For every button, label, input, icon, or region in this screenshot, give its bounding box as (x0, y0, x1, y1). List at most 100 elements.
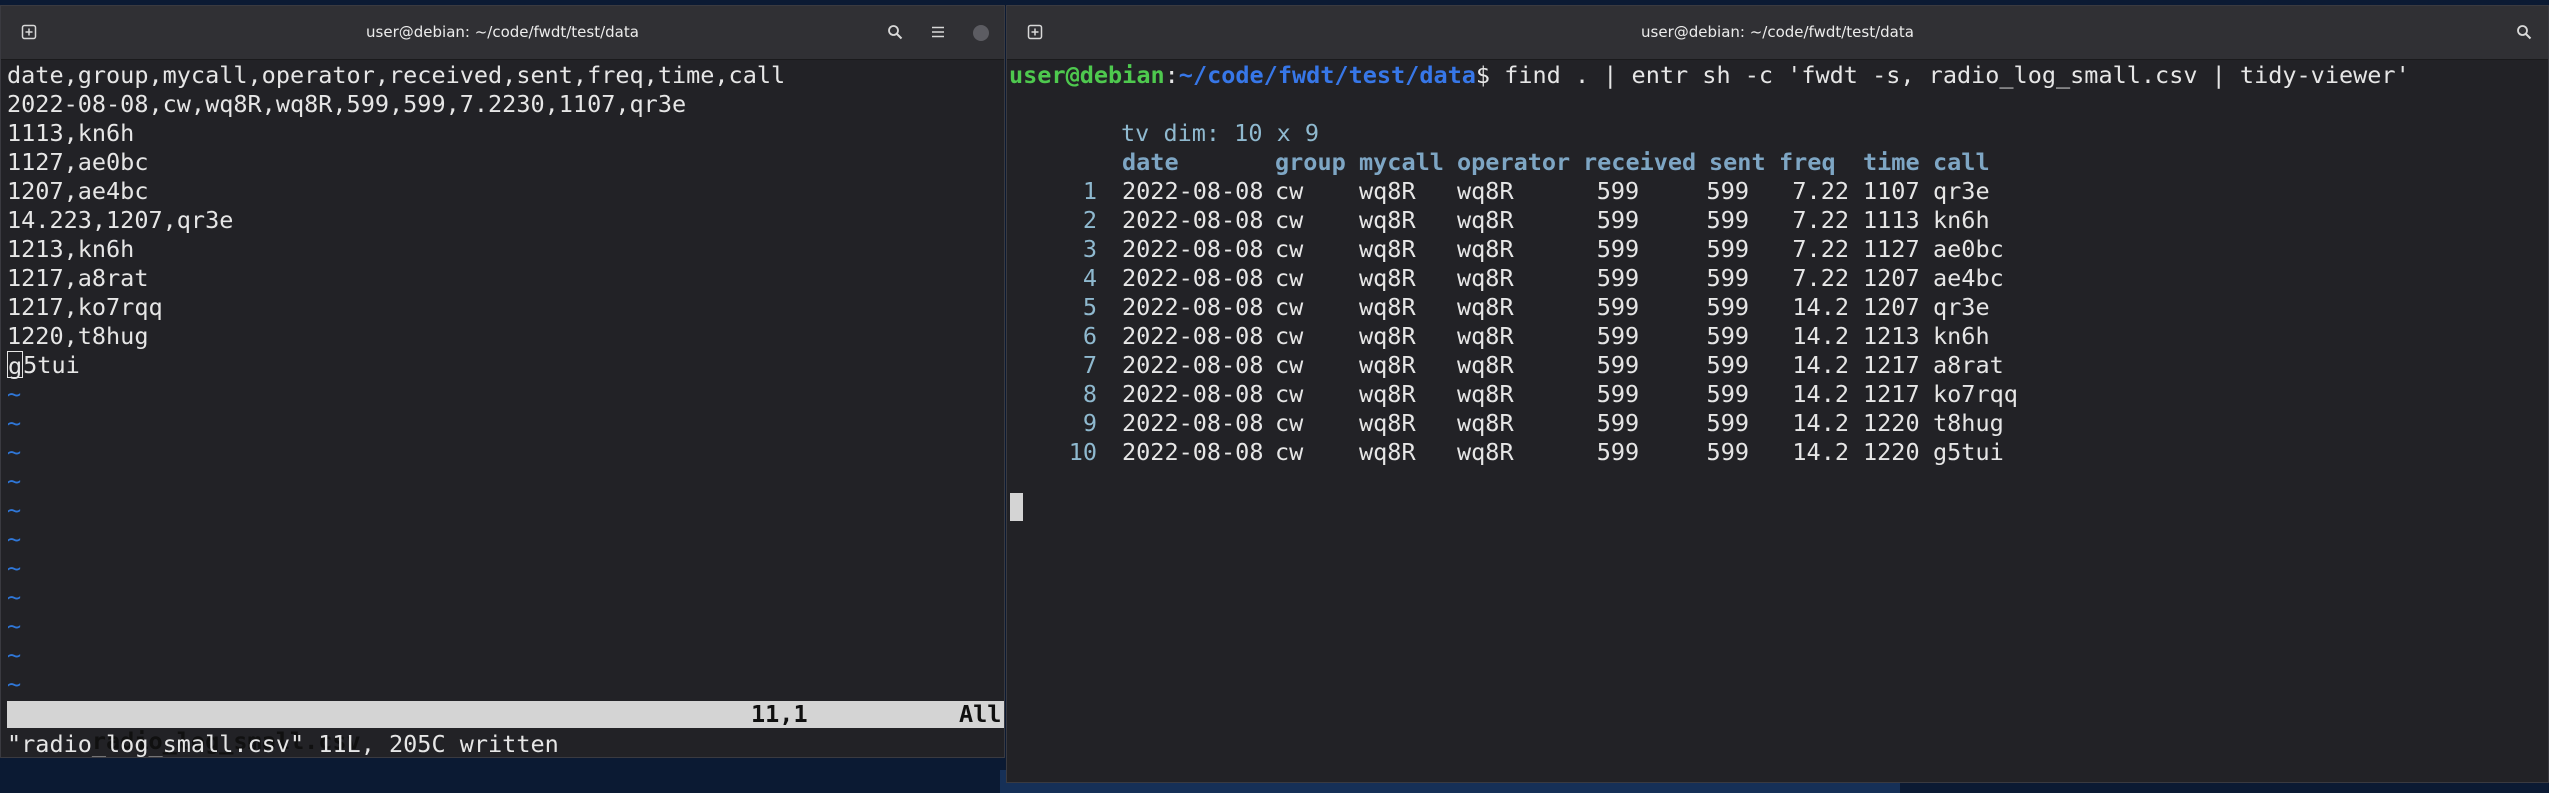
prompt-symbol: $ (1475, 61, 1491, 89)
close-icon[interactable] (967, 19, 995, 47)
cell-group: cw (1275, 264, 1304, 292)
cell-date: 2022-08-08 (1122, 235, 1264, 263)
window-title: user@debian: ~/code/fwdt/test/data (366, 23, 639, 41)
terminal-window-vim[interactable]: user@debian: ~/code/fwdt/test/data date,… (0, 5, 1005, 758)
cell-sent: 599 (1706, 380, 1749, 408)
hamburger-menu-icon[interactable] (924, 19, 952, 47)
buffer-line: 2022-08-08,cw,wq8R,wq8R,599,599,7.2230,1… (7, 90, 687, 118)
cell-freq: 7.22 (1792, 235, 1849, 263)
cell-group: cw (1275, 206, 1304, 234)
column-header: group (1275, 148, 1346, 176)
table-row: 4 2022-08-08 cw wq8R wq8R 599 599 7.22 1207 ae4bc (1007, 264, 2548, 293)
cell-date: 2022-08-08 (1122, 293, 1264, 321)
buffer-line: 1127,ae0bc (7, 148, 149, 176)
search-icon[interactable] (2510, 19, 2538, 47)
cell-mycall: wq8R (1359, 438, 1416, 466)
cell-call: kn6h (1933, 322, 1990, 350)
cell-date: 2022-08-08 (1122, 177, 1264, 205)
status-scroll: All (959, 700, 1002, 728)
window-titlebar[interactable]: user@debian: ~/code/fwdt/test/data (1007, 6, 2548, 60)
cell-freq: 14.2 (1792, 293, 1849, 321)
prompt-path: ~/code/fwdt/test/data (1178, 61, 1476, 89)
cell-freq: 14.2 (1792, 409, 1849, 437)
empty-line-marker: ~ (7, 496, 22, 524)
cell-mycall: wq8R (1359, 264, 1416, 292)
cell-received: 599 (1596, 177, 1640, 205)
row-index: 5 (1082, 293, 1097, 321)
cell-received: 599 (1596, 293, 1640, 321)
empty-line-marker: ~ (7, 409, 22, 437)
table-row: 7 2022-08-08 cw wq8R wq8R 599 599 14.2 1217 a8rat (1007, 351, 2548, 380)
column-header: mycall (1359, 148, 1444, 176)
cell-operator: wq8R (1457, 351, 1514, 379)
cell-sent: 599 (1706, 322, 1749, 350)
cursor-line-rest: 5tui (23, 351, 80, 379)
empty-line-marker: ~ (7, 612, 22, 640)
cell-call: g5tui (1933, 438, 2004, 466)
cell-time: 1213 (1863, 322, 1920, 350)
cell-received: 599 (1596, 438, 1640, 466)
cell-time: 1113 (1863, 206, 1920, 234)
cell-time: 1207 (1863, 264, 1920, 292)
row-index: 6 (1082, 322, 1097, 350)
cell-operator: wq8R (1457, 438, 1514, 466)
cell-call: kn6h (1933, 206, 1990, 234)
window-titlebar[interactable]: user@debian: ~/code/fwdt/test/data (1, 6, 1004, 60)
cell-date: 2022-08-08 (1122, 380, 1264, 408)
terminal-output[interactable]: user@debian:~/code/fwdt/test/data$ find … (1007, 60, 2548, 782)
cell-operator: wq8R (1457, 235, 1514, 263)
cell-group: cw (1275, 235, 1304, 263)
cell-group: cw (1275, 351, 1304, 379)
cell-call: qr3e (1933, 293, 1990, 321)
cell-received: 599 (1596, 409, 1640, 437)
empty-line-marker: ~ (7, 467, 22, 495)
cell-call: qr3e (1933, 177, 1990, 205)
cell-group: cw (1275, 438, 1304, 466)
buffer-line: 1217,ko7rqq (7, 293, 163, 321)
empty-line-marker: ~ (7, 641, 22, 669)
cell-date: 2022-08-08 (1122, 438, 1264, 466)
empty-line-marker: ~ (7, 670, 22, 698)
search-icon[interactable] (881, 19, 909, 47)
table-row: 9 2022-08-08 cw wq8R wq8R 599 599 14.2 1220 t8hug (1007, 409, 2548, 438)
table-row: 6 2022-08-08 cw wq8R wq8R 599 599 14.2 1213 kn6h (1007, 322, 2548, 351)
shell-prompt-line: user@debian:~/code/fwdt/test/data$ find … (1009, 61, 2410, 90)
cell-time: 1127 (1863, 235, 1920, 263)
prompt-separator: : (1164, 61, 1179, 89)
terminal-window-output[interactable]: user@debian: ~/code/fwdt/test/data user@… (1006, 5, 2549, 783)
buffer-line: 14.223,1207,qr3e (7, 206, 234, 234)
cell-time: 1220 (1863, 438, 1920, 466)
row-index: 1 (1082, 177, 1097, 205)
cell-date: 2022-08-08 (1122, 322, 1264, 350)
buffer-line: 1213,kn6h (7, 235, 135, 263)
cell-sent: 599 (1706, 409, 1749, 437)
cell-date: 2022-08-08 (1122, 409, 1264, 437)
table-row: 1 2022-08-08 cw wq8R wq8R 599 599 7.22 1107 qr3e (1007, 177, 2548, 206)
column-header: date (1122, 148, 1179, 176)
prompt-user: user@debian (1009, 61, 1165, 89)
table-row: 2 2022-08-08 cw wq8R wq8R 599 599 7.22 1113 kn6h (1007, 206, 2548, 235)
row-index: 9 (1082, 409, 1097, 437)
vim-buffer[interactable]: date,group,mycall,operator,received,sent… (1, 60, 1004, 757)
buffer-line: 1217,a8rat (7, 264, 149, 292)
cell-date: 2022-08-08 (1122, 264, 1264, 292)
window-title: user@debian: ~/code/fwdt/test/data (1641, 23, 1914, 41)
table-dimensions: tv dim: 10 x 9 (1121, 119, 1320, 147)
cell-call: ae0bc (1933, 235, 2004, 263)
cell-received: 599 (1596, 380, 1640, 408)
cell-operator: wq8R (1457, 293, 1514, 321)
cell-time: 1220 (1863, 409, 1920, 437)
cell-mycall: wq8R (1359, 409, 1416, 437)
cell-sent: 599 (1706, 235, 1749, 263)
empty-line-marker: ~ (7, 583, 22, 611)
column-header: time (1863, 148, 1920, 176)
cell-mycall: wq8R (1359, 322, 1416, 350)
column-header: operator (1457, 148, 1571, 176)
buffer-line: 1220,t8hug (7, 322, 149, 350)
buffer-line: date,group,mycall,operator,received,sent… (7, 61, 786, 89)
cell-operator: wq8R (1457, 264, 1514, 292)
empty-line-marker: ~ (7, 525, 22, 553)
row-index: 3 (1082, 235, 1097, 263)
terminal-cursor (1010, 493, 1023, 521)
cell-freq: 14.2 (1792, 351, 1849, 379)
